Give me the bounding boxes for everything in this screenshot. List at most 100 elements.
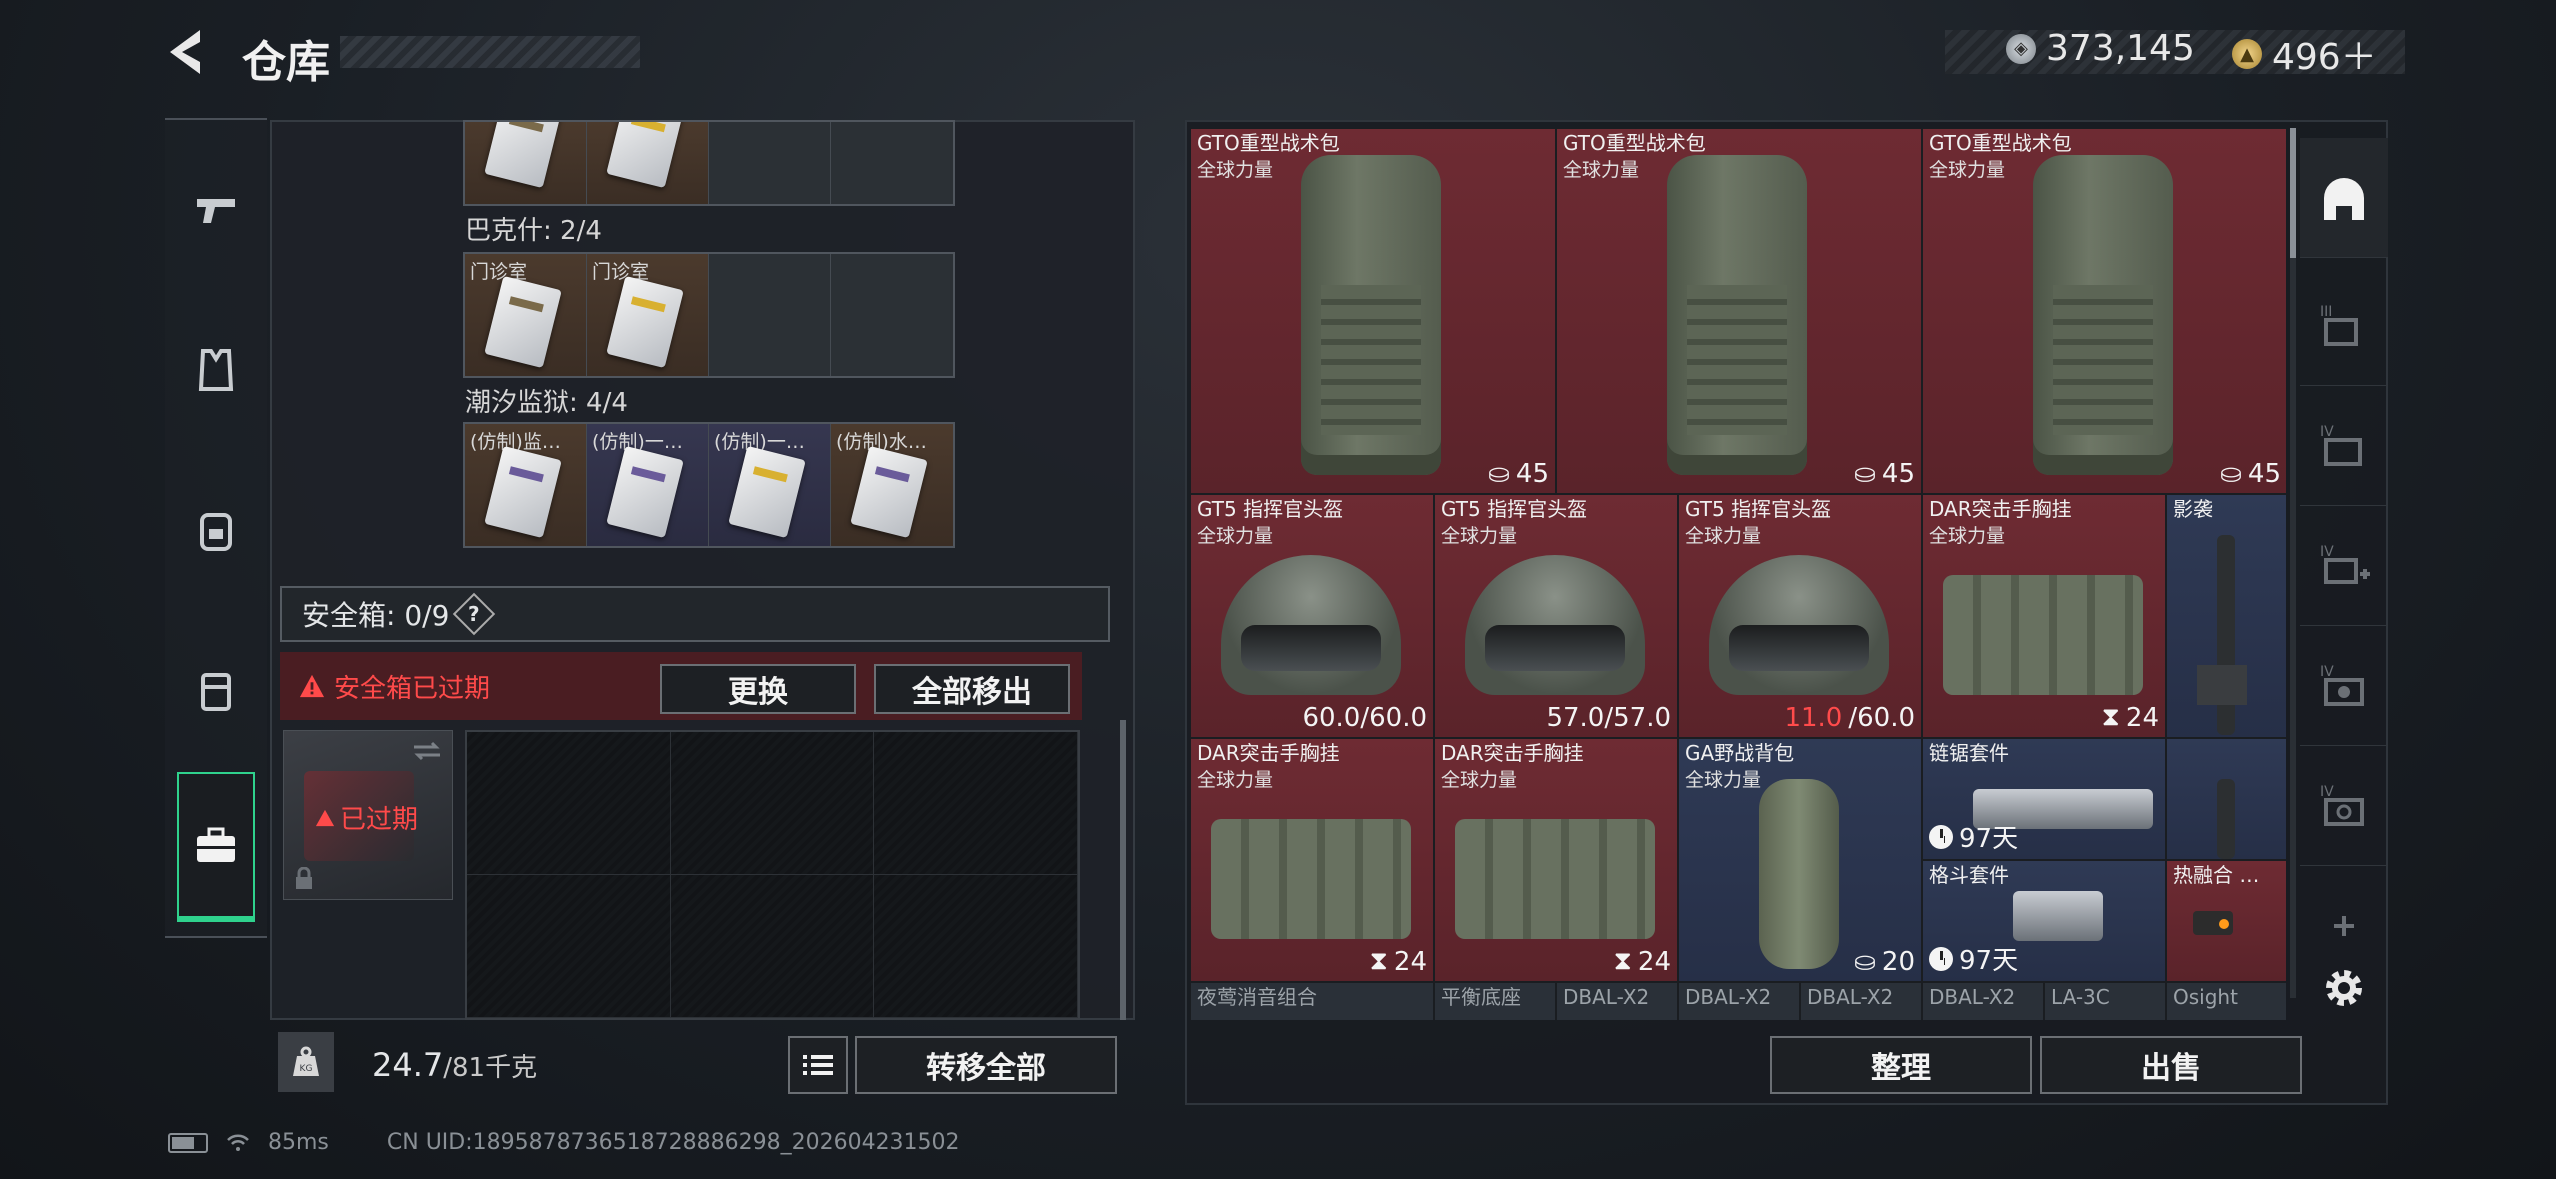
card-slot[interactable]: (仿制)一… (709, 424, 831, 546)
svg-text:IV: IV (2320, 544, 2334, 560)
item-name: DBAL-X2 (1807, 985, 1894, 1009)
backpack-image (2033, 155, 2173, 475)
section-label-tidal-prison: 潮汐监狱: 4/4 (465, 388, 628, 418)
ping-value: 85ms (268, 1130, 329, 1155)
empty-slot[interactable] (709, 122, 831, 204)
stash-scroll-thumb[interactable] (2290, 128, 2296, 258)
svg-text:III: III (2320, 304, 2332, 320)
rail-vest-tab[interactable] (165, 300, 267, 440)
stash-item[interactable]: GT5 指挥官头盔 全球力量 57.0/57.0 (1434, 494, 1678, 738)
stash-item[interactable]: DBAL-X2 (1922, 982, 2044, 1020)
safebox-header: 安全箱: 0/9 ? (280, 586, 1110, 642)
item-name: DAR突击手胸挂 (1441, 741, 1584, 765)
stash-item[interactable]: Osight (2166, 982, 2286, 1020)
sell-button[interactable]: 出售 (2040, 1036, 2302, 1094)
filter-all-tab[interactable] (2300, 138, 2388, 258)
safebox-slot[interactable] (874, 875, 1078, 1018)
section-label-bakesh: 巴克什: 2/4 (465, 216, 602, 246)
list-view-button[interactable] (788, 1036, 848, 1094)
silver-currency: ◈ 373,145 (2006, 28, 2195, 69)
stash-item[interactable]: 格斗套件 97天 (1922, 860, 2166, 982)
item-brand: 全球力量 (1563, 159, 1640, 181)
card-slot[interactable]: (仿制)一… (587, 424, 709, 546)
stash-item[interactable]: GTO重型战术包 全球力量 ⛀ 45 (1190, 128, 1556, 494)
card-slot[interactable]: 门诊室 (465, 254, 587, 376)
gold-currency[interactable]: ▲ 496＋ (2232, 28, 2377, 80)
empty-slot[interactable] (709, 254, 831, 376)
stash-item[interactable]: 平衡底座 (1434, 982, 1556, 1020)
rail-pistol-tab[interactable] (165, 140, 267, 280)
card-slot[interactable]: (仿制)监… (465, 424, 587, 546)
stash-item[interactable]: DBAL-X2 (1678, 982, 1800, 1020)
stash-item[interactable]: 影袭 (2166, 494, 2286, 738)
empty-slot[interactable] (831, 254, 953, 376)
card-slot[interactable]: (仿制)水… (831, 424, 953, 546)
stash-item[interactable]: 链锯套件 97天 (1922, 738, 2166, 860)
rail-pouch-tab[interactable] (165, 620, 267, 760)
item-durability: 11.0/60.0 (1784, 703, 1915, 733)
filter-tier3-tab[interactable]: III (2300, 266, 2388, 386)
card-slot[interactable] (587, 122, 709, 204)
stash-item[interactable]: DAR突击手胸挂 全球力量 ⧗ 24 (1434, 738, 1678, 982)
filter-tier4-gear-tab[interactable]: IV (2300, 746, 2388, 866)
capacity-icon: ⛀ (1488, 459, 1510, 489)
stash-item[interactable]: GA野战背包 全球力量 ⛀ 20 (1678, 738, 1922, 982)
stash-item[interactable]: 夜莺消音组合 (1190, 982, 1434, 1020)
rail-toolbox-tab[interactable] (177, 772, 255, 922)
safebox-slot[interactable] (670, 875, 875, 1018)
help-button[interactable]: ? (453, 592, 496, 636)
back-button[interactable] (160, 22, 220, 82)
stash-item[interactable]: GTO重型战术包 全球力量 ⛀ 45 (1556, 128, 1922, 494)
stash-item[interactable]: GTO重型战术包 全球力量 ⛀ 45 (1922, 128, 2286, 494)
item-capacity: ⧗ 24 (2102, 702, 2159, 733)
tier3-icon: III (2320, 304, 2358, 346)
safebox-slot[interactable] (874, 732, 1078, 875)
remove-all-button[interactable]: 全部移出 (874, 664, 1070, 714)
vest-capacity-icon: ⧗ (2101, 702, 2120, 732)
item-name: DAR突击手胸挂 (1929, 497, 2072, 521)
stash-item[interactable]: DBAL-X2 (1556, 982, 1678, 1020)
item-name: GTO重型战术包 (1929, 131, 2072, 155)
category-rail (165, 118, 267, 938)
item-brand: 全球力量 (1197, 769, 1274, 791)
stash-item[interactable]: DAR突击手胸挂 全球力量 ⧗ 24 (1922, 494, 2166, 738)
help-icon: ? (468, 601, 481, 626)
safebox-slot[interactable] (670, 732, 875, 875)
item-capacity: ⧗ 24 (1614, 946, 1671, 977)
item-timer: 97天 (1929, 940, 2018, 977)
stash-item[interactable]: DBAL-X2 (1800, 982, 1922, 1020)
sort-button[interactable]: 整理 (1770, 1036, 2032, 1094)
rail-backpack-tab[interactable] (165, 460, 267, 600)
filter-tier4-tab[interactable]: IV (2300, 386, 2388, 506)
item-name: GT5 指挥官头盔 (1685, 497, 1832, 521)
empty-slot[interactable] (831, 122, 953, 204)
stash-item[interactable] (2166, 738, 2286, 860)
card-slot[interactable]: 门诊室 (587, 254, 709, 376)
safebox-slot[interactable] (467, 732, 671, 875)
tier4-gear-icon: IV (2320, 784, 2364, 826)
settings-button[interactable] (2300, 928, 2388, 1048)
replace-button[interactable]: 更换 (660, 664, 856, 714)
safebox-item[interactable]: 已过期 (283, 730, 453, 900)
stash-item[interactable]: LA-3C (2044, 982, 2166, 1020)
stash-item[interactable]: GT5 指挥官头盔 全球力量 11.0/60.0 (1678, 494, 1922, 738)
silver-amount: 373,145 (2046, 28, 2195, 69)
filter-tier4-medkit-tab[interactable]: IV (2300, 506, 2388, 626)
item-name: GTO重型战术包 (1563, 131, 1706, 155)
stash-item[interactable]: GT5 指挥官头盔 全球力量 60.0/60.0 (1190, 494, 1434, 738)
card-slot[interactable] (465, 122, 587, 204)
stash-scrollbar[interactable] (2290, 128, 2296, 998)
safebox-slot[interactable] (467, 875, 671, 1018)
durability-low: 11.0 (1784, 703, 1843, 733)
pistol-icon (197, 199, 235, 223)
filter-tier4-camera-tab[interactable]: IV (2300, 626, 2388, 746)
stash-filter-rail: III IV IV IV IV (2300, 128, 2388, 1028)
stash-item[interactable]: 热融合 … (2166, 860, 2286, 982)
stash-item[interactable]: DAR突击手胸挂 全球力量 ⧗ 24 (1190, 738, 1434, 982)
durability-max: /60.0 (1848, 703, 1915, 733)
transfer-all-button[interactable]: 转移全部 (855, 1036, 1117, 1094)
item-brand: 全球力量 (1929, 525, 2006, 547)
container-scrollbar[interactable] (1120, 720, 1126, 1020)
svg-text:IV: IV (2320, 664, 2334, 680)
item-value: 24 (2125, 702, 2159, 733)
